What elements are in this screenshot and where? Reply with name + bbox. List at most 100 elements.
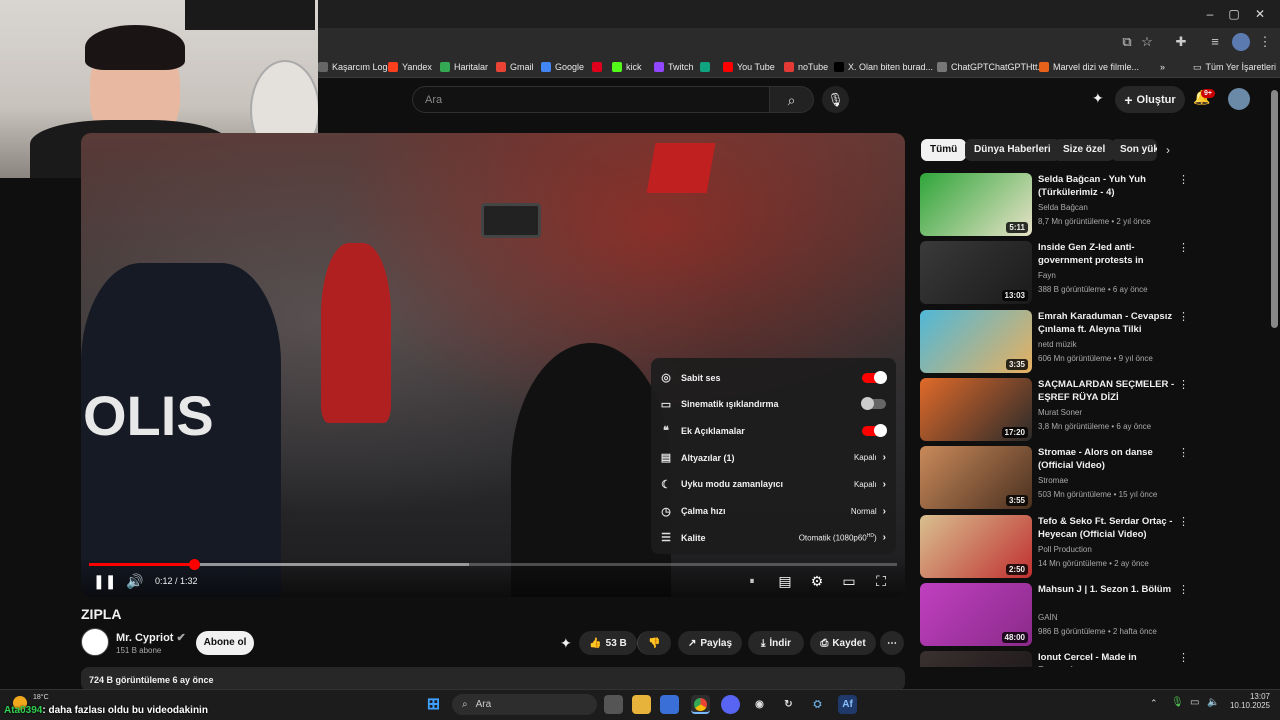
tray-chevron-icon[interactable]: ⌃ [1150, 698, 1158, 709]
bookmark-3[interactable]: Gmail [496, 59, 534, 75]
scrubber-handle[interactable] [189, 559, 201, 570]
after-effects-icon[interactable]: Af [838, 695, 857, 714]
pause-icon[interactable]: ❚❚ [93, 573, 116, 590]
extensions-icon[interactable]: ✚ [1172, 33, 1190, 51]
account-avatar[interactable] [1228, 88, 1250, 110]
save-button[interactable]: ⎙ Kaydet [810, 631, 876, 655]
bookmark-5[interactable] [592, 59, 606, 75]
recommendation-channel[interactable]: Fayn [1038, 271, 1056, 280]
recommendation-item[interactable]: 13:03 Inside Gen Z-led anti-government pr… [920, 241, 1189, 305]
install-icon[interactable]: ⧉ [1118, 33, 1136, 51]
chrome-icon[interactable] [691, 695, 710, 714]
bookmark-2[interactable]: Haritalar [440, 59, 488, 75]
more-options-icon[interactable]: ⋮ [1178, 651, 1185, 664]
recommendation-title[interactable]: Tefo & Seko Ft. Serdar Ortaç - Heyecan (… [1038, 515, 1176, 541]
video-thumbnail[interactable]: 2:50 [920, 514, 1032, 578]
recommendation-title[interactable]: SAÇMALARDAN SEÇMELER - EŞREF RÜYA DİZİ İ… [1038, 378, 1176, 404]
recommendation-item[interactable]: 3:35 Emrah Karaduman - Cevapsız Çınlama f… [920, 309, 1189, 374]
chip-0[interactable]: Tümü [921, 139, 967, 161]
recommendation-channel[interactable]: Murat Soner [1038, 408, 1082, 417]
bookmark-10[interactable]: noTube [784, 59, 828, 75]
settings-row-0[interactable]: ◎ Sabit ses [651, 364, 896, 391]
chip-2[interactable]: Size özel [1054, 139, 1115, 161]
recommendation-item[interactable]: 2:50 Tefo & Seko Ft. Serdar Ortaç - Heyec… [920, 514, 1189, 579]
settings-row-3[interactable]: ▤ Altyazılar (1) Kapalı › [651, 444, 896, 471]
more-options-icon[interactable]: ⋮ [1178, 310, 1189, 323]
settings-row-4[interactable]: ☾ Uyku modu zamanlayıcı Kapalı › [651, 471, 896, 498]
scrollbar[interactable] [1271, 90, 1278, 328]
more-actions-button[interactable]: ⋯ [880, 631, 904, 655]
bookmark-1[interactable]: Yandex [388, 59, 432, 75]
toggle-switch[interactable] [861, 397, 886, 411]
bookmark-7[interactable]: Twitch [654, 59, 694, 75]
recommendation-title[interactable]: Inside Gen Z-led anti-government protest… [1038, 241, 1176, 267]
toggle-switch[interactable] [862, 370, 887, 384]
bookmark-4[interactable]: Google [541, 59, 584, 75]
dislike-button[interactable]: 👎 [637, 631, 671, 655]
recommendation-channel[interactable]: GAİN [1038, 613, 1058, 622]
ask-ai-icon[interactable]: ✦ [560, 635, 572, 652]
bookmark-9[interactable]: You Tube [723, 59, 775, 75]
settings-row-5[interactable]: ◷ Çalma hızı Normal › [651, 498, 896, 525]
profile-avatar[interactable] [1232, 33, 1250, 51]
bookmark-6[interactable]: kick [612, 59, 642, 75]
bookmark-11[interactable]: X. Olan biten burad... [834, 59, 933, 75]
volume-icon[interactable]: 🔊 [124, 573, 146, 590]
maximize-icon[interactable]: ▢ [1224, 6, 1244, 22]
recommendation-channel[interactable]: Selda Bağcan [1038, 203, 1088, 212]
toggle-switch[interactable] [862, 423, 887, 437]
create-button[interactable]: + Oluştur [1115, 86, 1185, 113]
video-thumbnail[interactable]: 48:00 [920, 582, 1032, 646]
subtitles-icon[interactable]: ▤ [774, 573, 796, 590]
video-thumbnail[interactable]: 13:03 [920, 241, 1032, 305]
more-options-icon[interactable]: ⋮ [1178, 583, 1189, 596]
recommendation-title[interactable]: Mahsun J | 1. Sezon 1. Bölüm [1038, 583, 1176, 596]
file-explorer-icon[interactable] [632, 695, 651, 714]
chevron-right-icon[interactable]: › [1166, 143, 1170, 157]
progress-bar[interactable] [89, 559, 897, 570]
video-thumbnail[interactable]: 5:11 [920, 173, 1032, 236]
settings-row-1[interactable]: ▭ Sinematik ışıklandırma [651, 391, 896, 418]
video-thumbnail[interactable]: 17:20 [920, 377, 1032, 441]
more-options-icon[interactable]: ⋮ [1178, 378, 1189, 391]
bookmark-8[interactable] [700, 59, 714, 75]
steam-icon[interactable]: ⛭ [808, 695, 827, 714]
recommendation-title[interactable]: Emrah Karaduman - Cevapsız Çınlama ft. A… [1038, 310, 1176, 336]
app-icon[interactable]: ↻ [779, 695, 798, 714]
search-button[interactable]: ⌕ [770, 86, 814, 113]
recommendation-item[interactable]: 5:11 Selda Bağcan - Yuh Yuh (Türkülerimiz… [920, 173, 1189, 237]
recommendation-title[interactable]: Selda Bağcan - Yuh Yuh (Türkülerimiz - 4… [1038, 173, 1176, 199]
video-thumbnail[interactable] [920, 651, 1032, 668]
video-thumbnail[interactable]: 3:35 [920, 309, 1032, 373]
obs-icon[interactable]: ◉ [750, 695, 769, 714]
minimize-icon[interactable]: – [1200, 6, 1220, 22]
channel-avatar[interactable] [81, 628, 109, 656]
bookmark-0[interactable]: Kaşarcım Logo [318, 59, 393, 75]
close-icon[interactable]: ✕ [1250, 6, 1270, 22]
tray-mic-icon[interactable]: 🎙 [1171, 697, 1184, 708]
recommendation-title[interactable]: Stromae - Alors on danse (Official Video… [1038, 446, 1176, 472]
recommendation-item[interactable]: 48:00 Mahsun J | 1. Sezon 1. Bölüm GAİN 986… [920, 582, 1189, 647]
channel-name[interactable]: Mr. Cypriot ✔ [116, 631, 186, 644]
recommendation-channel[interactable]: netd müzik [1038, 340, 1077, 349]
video-thumbnail[interactable]: 3:55 [920, 446, 1032, 510]
store-icon[interactable] [660, 695, 679, 714]
chip-3[interactable]: Son yük [1111, 139, 1157, 161]
media-icon[interactable]: ≡ [1206, 33, 1224, 51]
more-options-icon[interactable]: ⋮ [1178, 241, 1189, 254]
search-input[interactable]: Ara [412, 86, 770, 113]
share-button[interactable]: ↗ Paylaş [678, 631, 742, 655]
bookmark-12[interactable]: ChatGPTChatGPTHtt... [937, 59, 1045, 75]
bookmarks-more-button[interactable]: » [1160, 59, 1165, 75]
start-icon[interactable]: ⊞ [424, 695, 443, 714]
miniplayer-icon[interactable]: ▭ [838, 573, 860, 590]
like-button[interactable]: 👍 53 B [579, 631, 637, 655]
network-icon[interactable]: ▭ [1190, 697, 1199, 708]
settings-row-6[interactable]: ☰ Kalite Otomatik (1080p60HD) › [651, 524, 896, 551]
menu-icon[interactable]: ⋮ [1256, 33, 1274, 51]
recommendation-channel[interactable]: Stromae [1038, 476, 1068, 485]
subscribe-button[interactable]: Abone ol [196, 631, 254, 655]
autoplay-toggle[interactable]: ⏸ [741, 576, 763, 587]
gemini-icon[interactable]: ✦ [1092, 90, 1104, 107]
description-box[interactable]: 724 B görüntüleme 6 ay önce [81, 667, 905, 691]
